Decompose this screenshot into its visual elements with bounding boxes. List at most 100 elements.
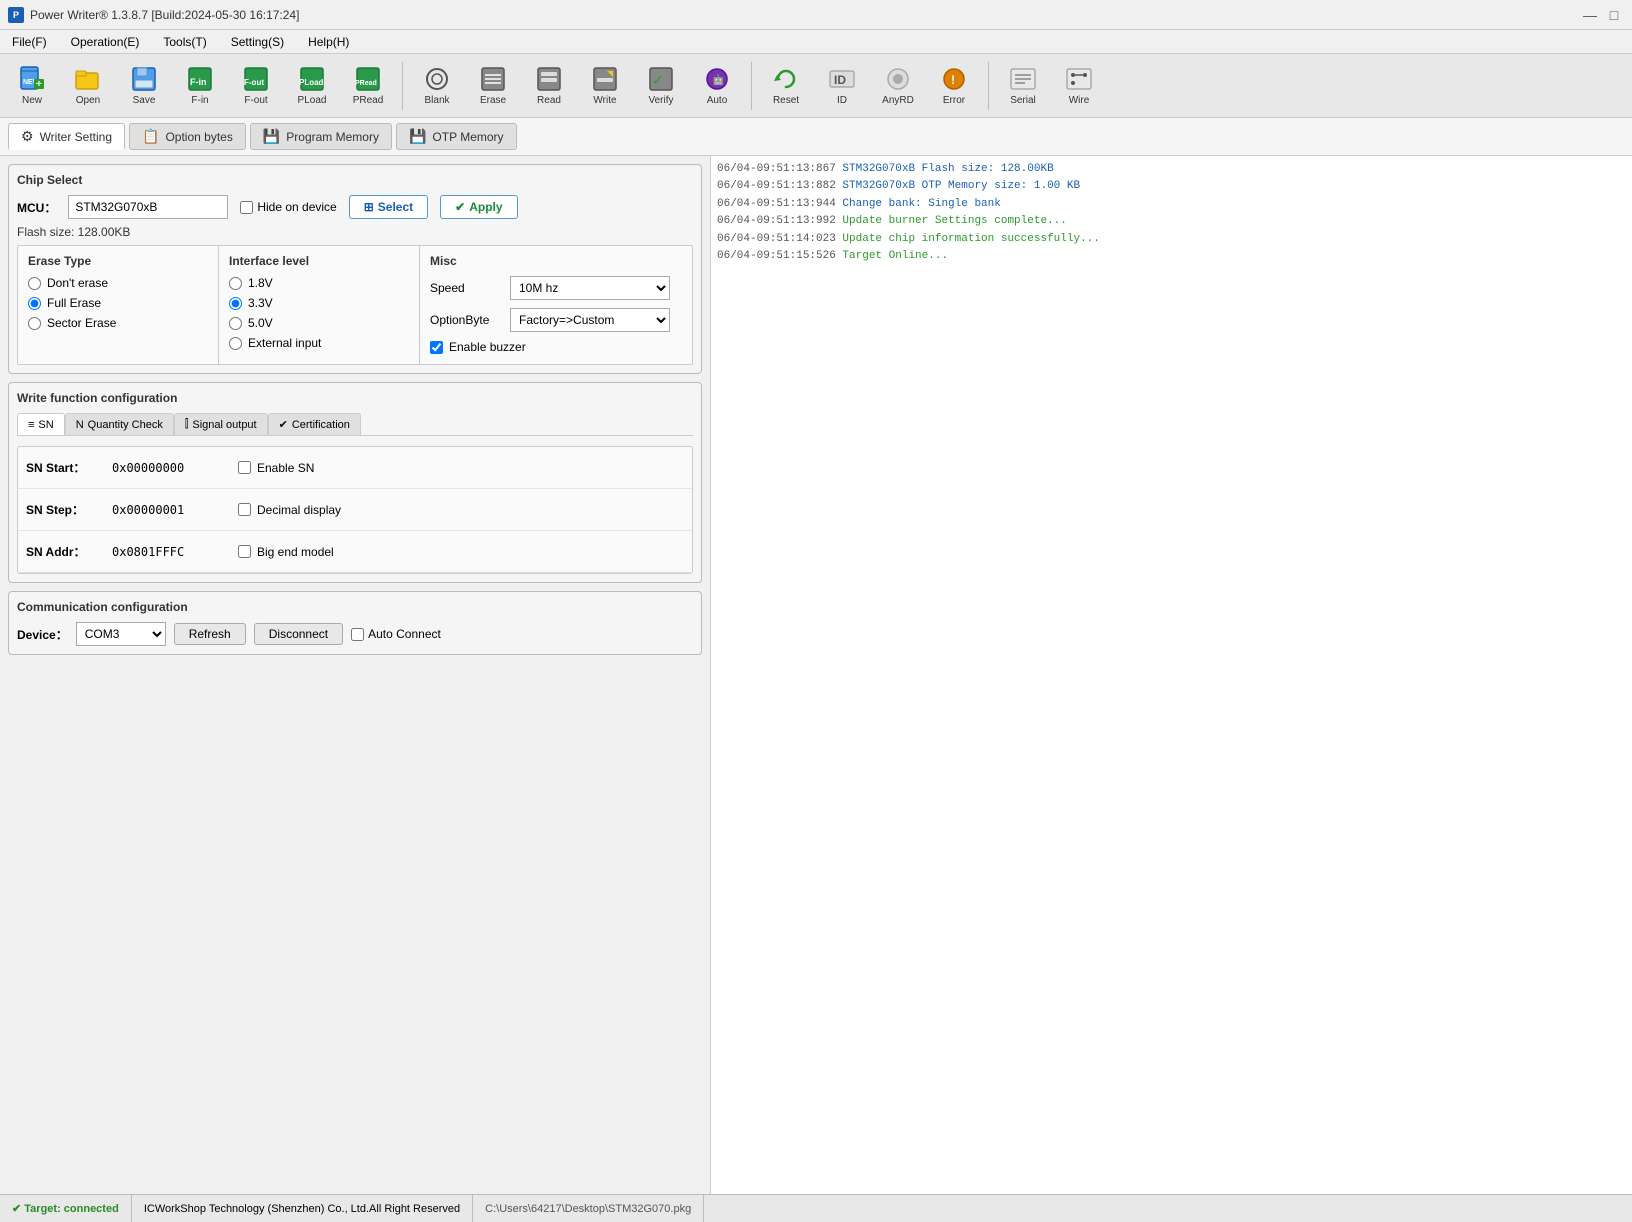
wf-tab-signal-output[interactable]: ⫿ Signal output xyxy=(174,413,268,435)
open-icon xyxy=(74,65,102,93)
maximize-button[interactable]: □ xyxy=(1604,7,1624,23)
tab-option-bytes[interactable]: 📋 Option bytes xyxy=(129,123,246,150)
tool-id[interactable]: ID ID xyxy=(816,59,868,113)
hide-on-device-checkbox[interactable] xyxy=(240,201,253,214)
enable-buzzer-checkbox[interactable] xyxy=(430,341,443,354)
error-icon: ! xyxy=(940,65,968,93)
menu-help[interactable]: Help(H) xyxy=(304,33,353,51)
menu-operation[interactable]: Operation(E) xyxy=(67,33,144,51)
tool-fin[interactable]: F-in F-in xyxy=(174,59,226,113)
menu-tools[interactable]: Tools(T) xyxy=(159,33,210,51)
enable-sn-row[interactable]: Enable SN xyxy=(238,461,314,475)
tool-new[interactable]: NEW+ New xyxy=(6,59,58,113)
erase-full-erase-radio[interactable] xyxy=(28,297,41,310)
tool-pload[interactable]: PLoad PLoad xyxy=(286,59,338,113)
tool-auto[interactable]: 🤖 Auto xyxy=(691,59,743,113)
wf-signal-icon: ⫿ xyxy=(185,418,189,431)
tool-verify[interactable]: ✓ Verify xyxy=(635,59,687,113)
enable-sn-label: Enable SN xyxy=(257,461,314,475)
tool-reset[interactable]: Reset xyxy=(760,59,812,113)
tool-error[interactable]: ! Error xyxy=(928,59,980,113)
write-function-title: Write function configuration xyxy=(17,391,693,405)
menu-setting[interactable]: Setting(S) xyxy=(227,33,288,51)
refresh-button[interactable]: Refresh xyxy=(174,623,246,645)
iface-ext-input[interactable]: External input xyxy=(229,336,409,350)
auto-icon: 🤖 xyxy=(703,65,731,93)
erase-sector-erase[interactable]: Sector Erase xyxy=(28,316,208,330)
tab-writer-setting[interactable]: ⚙ Writer Setting xyxy=(8,123,125,150)
speed-label: Speed xyxy=(430,281,502,295)
enable-buzzer-row[interactable]: Enable buzzer xyxy=(430,340,682,354)
erase-dont-erase-radio[interactable] xyxy=(28,277,41,290)
tool-open[interactable]: Open xyxy=(62,59,114,113)
sn-start-row: SN Start： 0x00000000 Enable SN xyxy=(18,447,692,489)
wf-tab-quantity-check[interactable]: N Quantity Check xyxy=(65,413,174,435)
erase-type-title: Erase Type xyxy=(28,254,208,268)
tool-read-label: Read xyxy=(537,95,561,106)
tab-otp-memory[interactable]: 💾 OTP Memory xyxy=(396,123,517,150)
apply-button[interactable]: ✔ Apply xyxy=(440,195,517,219)
interface-level-title: Interface level xyxy=(229,254,409,268)
tool-anyrd[interactable]: AnyRD xyxy=(872,59,924,113)
enable-sn-checkbox[interactable] xyxy=(238,461,251,474)
tool-blank[interactable]: Blank xyxy=(411,59,463,113)
wf-tab-sn[interactable]: ≡ SN xyxy=(17,413,65,435)
erase-dont-erase[interactable]: Don't erase xyxy=(28,276,208,290)
tool-write-label: Write xyxy=(593,95,616,106)
big-end-model-checkbox[interactable] xyxy=(238,545,251,558)
hide-on-device-row[interactable]: Hide on device xyxy=(240,200,336,214)
enable-buzzer-label: Enable buzzer xyxy=(449,340,526,354)
wf-tab-certification[interactable]: ✔ Certification xyxy=(268,413,361,435)
wf-cert-label: Certification xyxy=(292,419,350,431)
tab-otp-memory-label: OTP Memory xyxy=(432,130,503,144)
minimize-button[interactable]: — xyxy=(1580,7,1600,23)
erase-full-erase-label: Full Erase xyxy=(47,296,101,310)
write-func-tabs: ≡ SN N Quantity Check ⫿ Signal output ✔ … xyxy=(17,413,693,436)
disconnect-button[interactable]: Disconnect xyxy=(254,623,343,645)
big-end-model-row[interactable]: Big end model xyxy=(238,545,334,559)
read-icon xyxy=(535,65,563,93)
tool-pread[interactable]: PRead PRead xyxy=(342,59,394,113)
decimal-display-row[interactable]: Decimal display xyxy=(238,503,341,517)
apply-button-label: Apply xyxy=(469,200,502,214)
sn-start-label: SN Start： xyxy=(26,459,96,476)
chip-select-title: Chip Select xyxy=(17,173,693,187)
log-line-1: 06/04-09:51:13:882 STM32G070xB OTP Memor… xyxy=(717,179,1626,194)
status-connected-item: ✔ Target: connected xyxy=(0,1195,132,1222)
option-byte-select[interactable]: Factory=>Custom Keep Factory xyxy=(510,308,670,332)
iface-3v3-radio[interactable] xyxy=(229,297,242,310)
tool-save[interactable]: Save xyxy=(118,59,170,113)
tool-serial[interactable]: Serial xyxy=(997,59,1049,113)
erase-full-erase[interactable]: Full Erase xyxy=(28,296,208,310)
hide-on-device-label: Hide on device xyxy=(257,200,336,214)
tool-fout[interactable]: F-out F-out xyxy=(230,59,282,113)
iface-1v8[interactable]: 1.8V xyxy=(229,276,409,290)
sn-addr-label: SN Addr： xyxy=(26,543,96,560)
iface-3v3[interactable]: 3.3V xyxy=(229,296,409,310)
status-path-item: C:\Users\64217\Desktop\STM32G070.pkg xyxy=(473,1195,704,1222)
iface-1v8-radio[interactable] xyxy=(229,277,242,290)
menu-file[interactable]: File(F) xyxy=(8,33,51,51)
tool-write[interactable]: Write xyxy=(579,59,631,113)
tab-program-memory[interactable]: 💾 Program Memory xyxy=(250,123,392,150)
mcu-label: MCU： xyxy=(17,199,56,216)
iface-5v0[interactable]: 5.0V xyxy=(229,316,409,330)
device-select[interactable]: COM3 COM1 COM2 COM4 xyxy=(76,622,166,646)
auto-connect-checkbox[interactable] xyxy=(351,628,364,641)
tool-erase[interactable]: Erase xyxy=(467,59,519,113)
tool-read[interactable]: Read xyxy=(523,59,575,113)
tool-blank-label: Blank xyxy=(424,95,449,106)
erase-sector-erase-radio[interactable] xyxy=(28,317,41,330)
iface-ext-input-radio[interactable] xyxy=(229,337,242,350)
tool-error-label: Error xyxy=(943,95,965,106)
tool-wire[interactable]: Wire xyxy=(1053,59,1105,113)
sn-step-label: SN Step： xyxy=(26,501,96,518)
mcu-input[interactable] xyxy=(68,195,228,219)
wf-cert-icon: ✔ xyxy=(279,418,288,431)
tab-program-memory-label: Program Memory xyxy=(286,130,379,144)
iface-5v0-radio[interactable] xyxy=(229,317,242,330)
select-button[interactable]: ⊞ Select xyxy=(349,195,428,219)
auto-connect-row[interactable]: Auto Connect xyxy=(351,627,441,641)
speed-select[interactable]: 10M hz 1M hz 5M hz 20M hz xyxy=(510,276,670,300)
decimal-display-checkbox[interactable] xyxy=(238,503,251,516)
